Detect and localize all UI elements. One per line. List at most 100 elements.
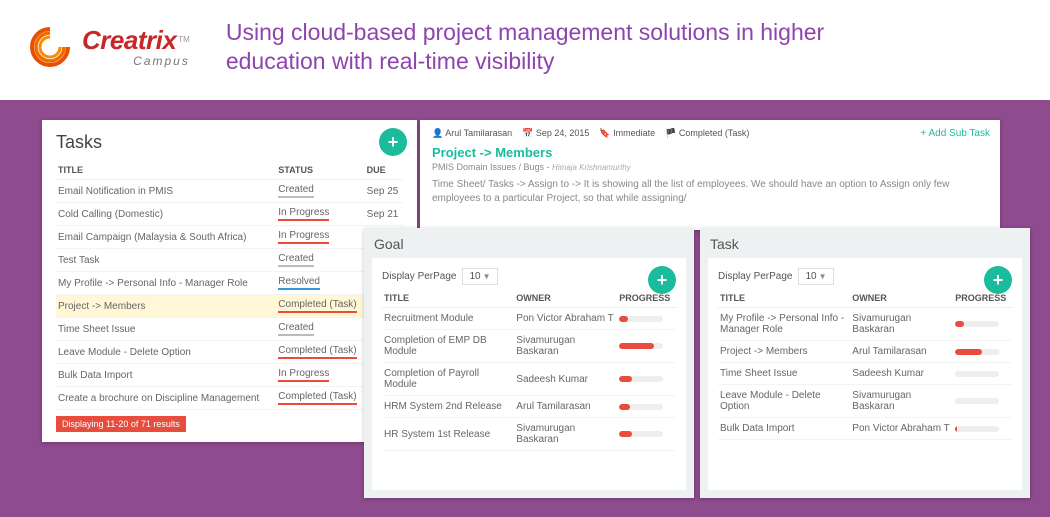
col-title: TITLE xyxy=(56,161,276,180)
table-row[interactable]: Time Sheet Issue Sadeesh Kumar xyxy=(718,363,1012,385)
task-status: Completed (Task) xyxy=(276,295,364,318)
plus-icon: + xyxy=(993,270,1004,291)
table-row[interactable]: HRM System 2nd Release Arul Tamilarasan xyxy=(382,396,676,418)
table-row[interactable]: My Profile -> Personal Info - Manager Ro… xyxy=(718,308,1012,341)
goal-panel: Goal + Display PerPage 10▼ TITLE OWNER P… xyxy=(364,228,694,498)
tasks-heading: Tasks xyxy=(56,132,403,153)
task-owner: Sivamurugan Baskaran xyxy=(850,385,953,418)
add-subtask-button[interactable]: + Add Sub Task xyxy=(920,128,990,139)
goal-perpage-select[interactable]: 10▼ xyxy=(462,268,497,285)
task-detail-panel: 👤 Arul Tamilarasan 📅 Sep 24, 2015 🔖 Imme… xyxy=(420,120,1000,230)
task-perpage-select[interactable]: 10▼ xyxy=(798,268,833,285)
table-row[interactable]: Completion of Payroll Module Sadeesh Kum… xyxy=(382,363,676,396)
task-title: Leave Module - Delete Option xyxy=(718,385,850,418)
table-row[interactable]: Bulk Data Import In Progress xyxy=(56,364,403,387)
col-owner: OWNER xyxy=(850,285,953,308)
task-title: Project -> Members xyxy=(718,341,850,363)
add-goal-button[interactable]: + xyxy=(648,266,676,294)
task-owner: Sadeesh Kumar xyxy=(850,363,953,385)
task-title: My Profile -> Personal Info - Manager Ro… xyxy=(718,308,850,341)
goal-owner: Pon Victor Abraham T xyxy=(514,308,617,330)
table-row[interactable]: Bulk Data Import Pon Victor Abraham T xyxy=(718,418,1012,440)
header-bar: CreatrixTM Campus Using cloud-based proj… xyxy=(0,0,1050,86)
detail-priority: Immediate xyxy=(613,128,655,138)
goal-progress xyxy=(617,418,676,451)
table-row[interactable]: Completion of EMP DB Module Sivamurugan … xyxy=(382,330,676,363)
task-due: Sep 25 xyxy=(365,180,403,203)
brand-logo: CreatrixTM Campus xyxy=(28,25,190,69)
goal-perpage: Display PerPage 10▼ xyxy=(382,268,676,285)
table-row[interactable]: Create a brochure on Discipline Manageme… xyxy=(56,387,403,410)
goal-owner: Sadeesh Kumar xyxy=(514,363,617,396)
task-owner: Sivamurugan Baskaran xyxy=(850,308,953,341)
detail-title: Project -> Members xyxy=(432,145,988,160)
tasks-panel: Tasks + TITLE STATUS DUE Email Notificat… xyxy=(42,120,417,442)
task-title: Create a brochure on Discipline Manageme… xyxy=(56,387,276,410)
col-due: DUE xyxy=(365,161,403,180)
table-row[interactable]: Time Sheet Issue Created xyxy=(56,318,403,341)
goal-owner: Sivamurugan Baskaran xyxy=(514,418,617,451)
task-owner: Arul Tamilarasan xyxy=(850,341,953,363)
task-owner: Pon Victor Abraham T xyxy=(850,418,953,440)
table-row[interactable]: Email Campaign (Malaysia & South Africa)… xyxy=(56,226,403,249)
goal-progress xyxy=(617,363,676,396)
task-progress xyxy=(953,341,1012,363)
task-card-table: TITLE OWNER PROGRESS My Profile -> Perso… xyxy=(718,285,1012,440)
detail-author: Arul Tamilarasan xyxy=(445,128,512,138)
task-title: Bulk Data Import xyxy=(56,364,276,387)
task-card-panel: Task + Display PerPage 10▼ TITLE OWNER P… xyxy=(700,228,1030,498)
task-card-heading: Task xyxy=(708,236,1022,252)
task-perpage: Display PerPage 10▼ xyxy=(718,268,1012,285)
detail-state: Completed (Task) xyxy=(679,128,750,138)
col-title: TITLE xyxy=(382,285,514,308)
add-task-card-button[interactable]: + xyxy=(984,266,1012,294)
table-row[interactable]: Test Task Created xyxy=(56,249,403,272)
task-status: In Progress xyxy=(276,203,364,226)
task-status: Completed (Task) xyxy=(276,341,364,364)
goal-title: Recruitment Module xyxy=(382,308,514,330)
table-row[interactable]: Recruitment Module Pon Victor Abraham T xyxy=(382,308,676,330)
task-progress xyxy=(953,418,1012,440)
table-row[interactable]: Leave Module - Delete Option Completed (… xyxy=(56,341,403,364)
table-row[interactable]: HR System 1st Release Sivamurugan Baskar… xyxy=(382,418,676,451)
task-title: Email Campaign (Malaysia & South Africa) xyxy=(56,226,276,249)
task-progress xyxy=(953,308,1012,341)
flag-icon: 🏴 xyxy=(665,128,676,139)
user-icon: 👤 xyxy=(432,128,443,139)
goal-title: HRM System 2nd Release xyxy=(382,396,514,418)
table-row[interactable]: Leave Module - Delete Option Sivamurugan… xyxy=(718,385,1012,418)
task-status: Resolved xyxy=(276,272,364,295)
table-row[interactable]: Project -> Members Completed (Task) xyxy=(56,295,403,318)
perpage-label: Display PerPage xyxy=(382,271,456,282)
chevron-down-icon: ▼ xyxy=(819,272,827,281)
task-status: Created xyxy=(276,180,364,203)
page-headline: Using cloud-based project management sol… xyxy=(226,18,906,76)
goal-progress xyxy=(617,308,676,330)
task-title: My Profile -> Personal Info - Manager Ro… xyxy=(56,272,276,295)
detail-meta: 👤 Arul Tamilarasan 📅 Sep 24, 2015 🔖 Imme… xyxy=(432,128,988,139)
perpage-label: Display PerPage xyxy=(718,271,792,282)
col-owner: OWNER xyxy=(514,285,617,308)
col-status: STATUS xyxy=(276,161,364,180)
calendar-icon: 📅 xyxy=(522,128,533,139)
table-row[interactable]: Email Notification in PMIS Created Sep 2… xyxy=(56,180,403,203)
task-progress xyxy=(953,363,1012,385)
task-title: Email Notification in PMIS xyxy=(56,180,276,203)
task-title: Project -> Members xyxy=(56,295,276,318)
table-row[interactable]: Cold Calling (Domestic) In Progress Sep … xyxy=(56,203,403,226)
bookmark-icon: 🔖 xyxy=(599,128,610,139)
task-progress xyxy=(953,385,1012,418)
task-title: Cold Calling (Domestic) xyxy=(56,203,276,226)
table-row[interactable]: Project -> Members Arul Tamilarasan xyxy=(718,341,1012,363)
chevron-down-icon: ▼ xyxy=(483,272,491,281)
col-title: TITLE xyxy=(718,285,850,308)
table-row[interactable]: My Profile -> Personal Info - Manager Ro… xyxy=(56,272,403,295)
add-task-button[interactable]: + xyxy=(379,128,407,156)
task-status: Created xyxy=(276,318,364,341)
task-title: Time Sheet Issue xyxy=(56,318,276,341)
plus-icon: + xyxy=(388,132,399,153)
goal-owner: Sivamurugan Baskaran xyxy=(514,330,617,363)
task-title: Bulk Data Import xyxy=(718,418,850,440)
goal-table: TITLE OWNER PROGRESS Recruitment Module … xyxy=(382,285,676,451)
task-status: In Progress xyxy=(276,364,364,387)
